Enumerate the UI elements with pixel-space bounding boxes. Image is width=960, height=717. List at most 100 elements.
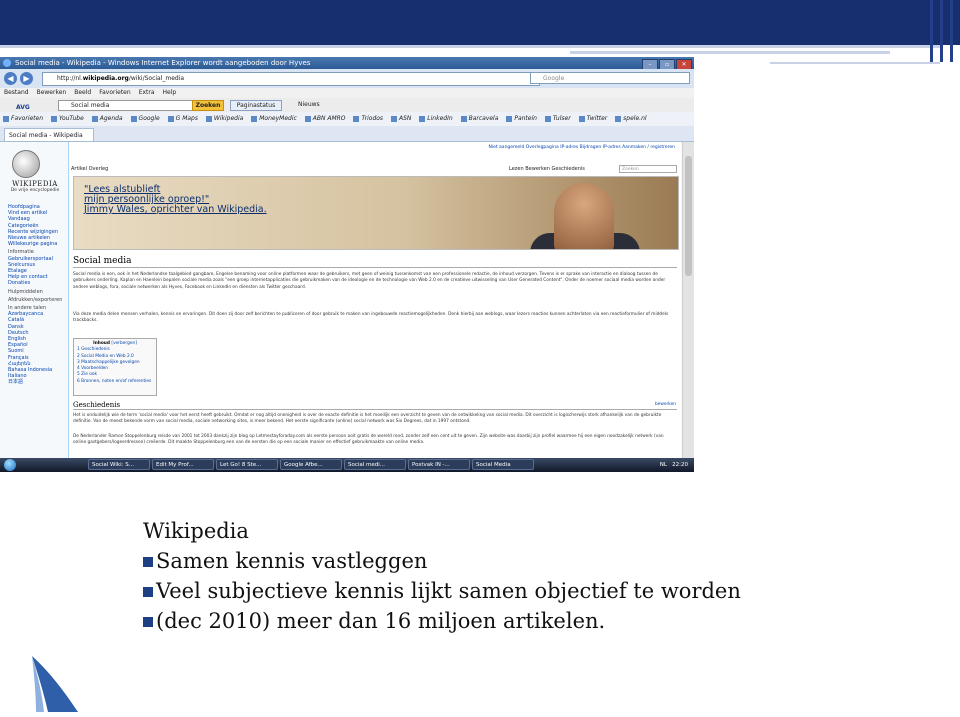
youtube-icon — [50, 115, 57, 122]
sidebar-section-tools[interactable]: Hulpmiddelen — [8, 289, 62, 295]
user-links[interactable]: Niet aangemeld Overlegpagina IP-adres Bi… — [488, 145, 675, 150]
url-path: /wiki/Social_media — [128, 75, 185, 82]
google-icon — [130, 115, 137, 122]
tab-artikel-overleg[interactable]: Artikel Overleg — [71, 164, 108, 174]
page-icon — [460, 115, 467, 122]
article-paragraph: De Nederlander Ramon Stoppelenburg reisd… — [73, 434, 664, 446]
fav-gmaps[interactable]: G Maps — [167, 115, 198, 122]
header-vertical-bar — [930, 0, 933, 62]
sidebar-nav: Hoofdpagina Vind een artikel Vandaag Cat… — [8, 204, 62, 386]
menu-bewerken[interactable]: Bewerken — [37, 89, 67, 96]
sidebar-section-print[interactable]: Afdrukken/exporteren — [8, 297, 62, 303]
article-paragraph: Via deze media delen mensen verhalen, ke… — [73, 312, 669, 324]
taskbar-items: Social Wiki: S... Edit My Prof... Let Go! … — [88, 459, 536, 472]
window-titlebar: Social media - Wikipedia - Windows Inter… — [0, 57, 694, 70]
wikipedia-tagline: De vrije encyclopedie — [10, 188, 60, 193]
sail-logo-icon — [32, 656, 78, 712]
section-edit-link[interactable]: bewerken — [655, 402, 676, 407]
bullet-item: Veel subjectieve kennis lijkt samen obje… — [143, 576, 741, 606]
star-icon — [3, 115, 9, 122]
avg-toolbar: AVG Social media Zoeken Paginastatus Nie… — [0, 98, 694, 113]
wikipedia-wordmark: WIKIPEDIA — [12, 180, 58, 188]
tab-lezen-bewerken[interactable]: Lezen Bewerken Geschiedenis — [509, 164, 585, 174]
wiki-search-input[interactable]: Zoeken — [619, 165, 677, 173]
address-input[interactable]: http://nl.wikipedia.org/wiki/Social_medi… — [42, 72, 540, 86]
menu-extra[interactable]: Extra — [139, 89, 155, 96]
wikipedia-page: WIKIPEDIA De vrije encyclopedie Hoofdpag… — [0, 142, 682, 458]
slide-header-bar — [0, 0, 960, 45]
bullet-item: (dec 2010) meer dan 16 miljoen artikelen… — [143, 606, 741, 636]
article-paragraph: Social media is een, ook in het Nederlan… — [73, 272, 666, 290]
slide-heading: Wikipedia — [143, 519, 249, 543]
page-tabs: Artikel Overleg Lezen Bewerken Geschiede… — [69, 164, 681, 174]
zoeken-button[interactable]: Zoeken — [192, 100, 224, 111]
taskbar-item[interactable]: Edit My Prof... — [152, 459, 214, 470]
favorites-bar: Favorieten YouTube Agenda Google G Maps … — [0, 112, 694, 127]
avg-search-input[interactable]: Social media — [58, 100, 198, 111]
money-icon — [251, 115, 258, 122]
sidebar-item-donaties[interactable]: Donaties — [8, 280, 62, 286]
back-icon[interactable]: ◀ — [4, 72, 17, 85]
fav-twitter[interactable]: Twitter — [578, 115, 607, 122]
toc-item[interactable]: 6 Bronnen, noten en/of referenties — [77, 379, 153, 385]
square-bullet-icon — [143, 617, 153, 627]
window-title: Social media - Wikipedia - Windows Inter… — [15, 59, 311, 67]
fav-spele[interactable]: spele.nl — [615, 115, 647, 122]
sidebar-item-willekeurig[interactable]: Willekeurige pagina — [8, 241, 62, 247]
bullet-text: Samen kennis vastleggen — [156, 549, 428, 573]
fav-agenda[interactable]: Agenda — [91, 115, 123, 122]
tab-social-media[interactable]: Social media - Wikipedia — [4, 128, 94, 141]
forward-icon[interactable]: ▶ — [20, 72, 33, 85]
banner-text[interactable]: "Lees alstublieft mijn persoonlijke opro… — [84, 185, 267, 215]
bank-icon — [304, 115, 311, 122]
page-scrollbar[interactable] — [682, 142, 694, 458]
toc-toggle[interactable]: [verbergen] — [111, 341, 136, 346]
taskbar-item[interactable]: Social Media — [472, 459, 534, 470]
fav-wikipedia[interactable]: Wikipedia — [205, 115, 243, 122]
paginastatus-button[interactable]: Paginastatus — [230, 100, 282, 111]
fav-moneymedic[interactable]: MoneyMedic — [251, 115, 297, 122]
header-stripe — [0, 45, 940, 48]
wikipedia-globe-logo[interactable] — [12, 150, 40, 178]
wiki-sidebar: WIKIPEDIA De vrije encyclopedie Hoofdpag… — [4, 142, 66, 458]
banner-line: Jimmy Wales, oprichter van Wikipedia. — [84, 204, 267, 215]
bank-icon — [390, 115, 397, 122]
bullet-text: Veel subjectieve kennis lijkt samen obje… — [156, 579, 741, 603]
bank-icon — [353, 115, 360, 122]
fav-asn[interactable]: ASN — [390, 115, 411, 122]
fav-youtube[interactable]: YouTube — [50, 115, 84, 122]
language-link[interactable]: 日本語 — [8, 379, 62, 385]
square-bullet-icon — [143, 587, 153, 597]
fav-linkedin[interactable]: LinkedIn — [419, 115, 453, 122]
google-search-input[interactable]: Google — [530, 72, 690, 84]
menu-bestand[interactable]: Bestand — [4, 89, 29, 96]
taskbar-clock[interactable]: NL 22:20 — [660, 458, 688, 472]
url-prefix: http://nl. — [57, 75, 83, 82]
scrollbar-thumb[interactable] — [685, 156, 692, 276]
nieuws-button[interactable]: Nieuws — [298, 100, 320, 109]
browser-screenshot: Social media - Wikipedia - Windows Inter… — [0, 57, 694, 472]
fav-tulser[interactable]: Tulser — [544, 115, 571, 122]
section-divider — [73, 409, 677, 410]
taskbar-item[interactable]: Postvak IN -... — [408, 459, 470, 470]
fav-pantein[interactable]: Panteín — [506, 115, 537, 122]
fav-triodos[interactable]: Triodos — [353, 115, 383, 122]
linkedin-icon — [419, 115, 426, 122]
menu-beeld[interactable]: Beeld — [74, 89, 91, 96]
wikipedia-icon — [205, 115, 212, 122]
taskbar-item[interactable]: Social Wiki: S... — [88, 459, 150, 470]
start-button[interactable] — [4, 459, 16, 471]
fav-barcavela[interactable]: Barcavela — [460, 115, 498, 122]
menu-help[interactable]: Help — [163, 89, 177, 96]
menu-favorieten[interactable]: Favorieten — [99, 89, 130, 96]
fav-abnamro[interactable]: ABN AMRO — [304, 115, 346, 122]
header-vertical-bar — [940, 0, 943, 62]
fav-google[interactable]: Google — [130, 115, 160, 122]
fundraising-banner[interactable]: "Lees alstublieft mijn persoonlijke opro… — [73, 176, 679, 250]
taskbar-item[interactable]: Let Go! 8 Ste... — [216, 459, 278, 470]
taskbar-item[interactable]: Google Afbe... — [280, 459, 342, 470]
language-indicator[interactable]: NL — [660, 462, 667, 468]
windows-taskbar: Social Wiki: S... Edit My Prof... Let Go! … — [0, 458, 694, 472]
favorites-button[interactable]: Favorieten — [3, 115, 43, 122]
taskbar-item[interactable]: Social medi... — [344, 459, 406, 470]
